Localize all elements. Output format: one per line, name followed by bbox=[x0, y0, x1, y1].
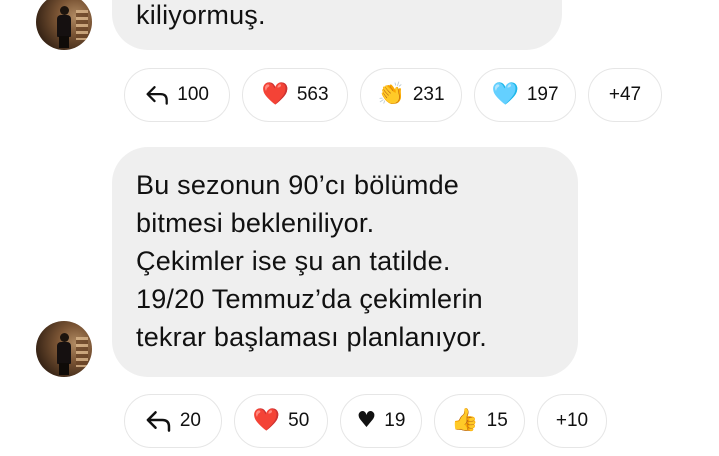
reply-button[interactable]: 20 bbox=[124, 394, 222, 448]
avatar-person-figure bbox=[57, 6, 71, 48]
message-bubble[interactable]: kiliyormuş. bbox=[112, 0, 562, 50]
message-bubble[interactable]: Bu sezonun 90’cı bölümde bitmesi bekleni… bbox=[112, 147, 578, 377]
light-blue-heart-icon: 🩵 bbox=[491, 82, 519, 107]
reaction-bar: 20 ❤️ 50 ♥ 19 👍 15 +10 bbox=[124, 394, 607, 448]
more-reactions-count: +47 bbox=[608, 84, 642, 105]
avatar-person-figure bbox=[57, 333, 71, 375]
reply-button[interactable]: 100 bbox=[124, 68, 230, 122]
reaction-bar: 100 ❤️ 563 👏 231 🩵 197 +47 bbox=[124, 68, 662, 122]
reply-arrow-icon bbox=[146, 86, 168, 105]
reaction-count: 50 bbox=[288, 410, 310, 431]
reaction-red-heart[interactable]: ❤️ 50 bbox=[234, 394, 328, 448]
red-heart-icon: ❤️ bbox=[261, 82, 289, 107]
red-heart-icon: ❤️ bbox=[252, 408, 281, 433]
avatar-background bbox=[76, 337, 88, 367]
more-reactions-count: +10 bbox=[555, 410, 589, 431]
reaction-thumbs-up[interactable]: 👍 15 bbox=[434, 394, 525, 448]
reaction-count: 15 bbox=[486, 410, 508, 431]
more-reactions-button[interactable]: +47 bbox=[588, 68, 662, 122]
message-text: kiliyormuş. bbox=[136, 0, 266, 30]
reply-count: 100 bbox=[177, 84, 209, 105]
reaction-light-blue-heart[interactable]: 🩵 197 bbox=[474, 68, 576, 122]
thumbs-up-icon: 👍 bbox=[451, 408, 479, 433]
avatar-background bbox=[76, 10, 88, 40]
user-avatar[interactable] bbox=[36, 321, 92, 377]
message-text: Bu sezonun 90’cı bölümde bitmesi bekleni… bbox=[136, 170, 487, 352]
reaction-black-heart[interactable]: ♥ 19 bbox=[340, 394, 422, 448]
reply-arrow-icon bbox=[146, 411, 171, 432]
black-heart-icon: ♥ bbox=[356, 408, 377, 433]
reaction-count: 563 bbox=[296, 84, 329, 105]
reaction-clapping-hands[interactable]: 👏 231 bbox=[360, 68, 462, 122]
reply-count: 20 bbox=[179, 410, 201, 431]
reaction-count: 197 bbox=[526, 84, 559, 105]
comment-thread: kiliyormuş. 100 ❤️ 563 👏 231 🩵 197 +47 B… bbox=[0, 0, 719, 456]
clapping-hands-icon: 👏 bbox=[377, 82, 405, 107]
more-reactions-button[interactable]: +10 bbox=[537, 394, 607, 448]
reaction-count: 231 bbox=[412, 84, 445, 105]
user-avatar[interactable] bbox=[36, 0, 92, 50]
reaction-count: 19 bbox=[384, 410, 406, 431]
reaction-red-heart[interactable]: ❤️ 563 bbox=[242, 68, 348, 122]
